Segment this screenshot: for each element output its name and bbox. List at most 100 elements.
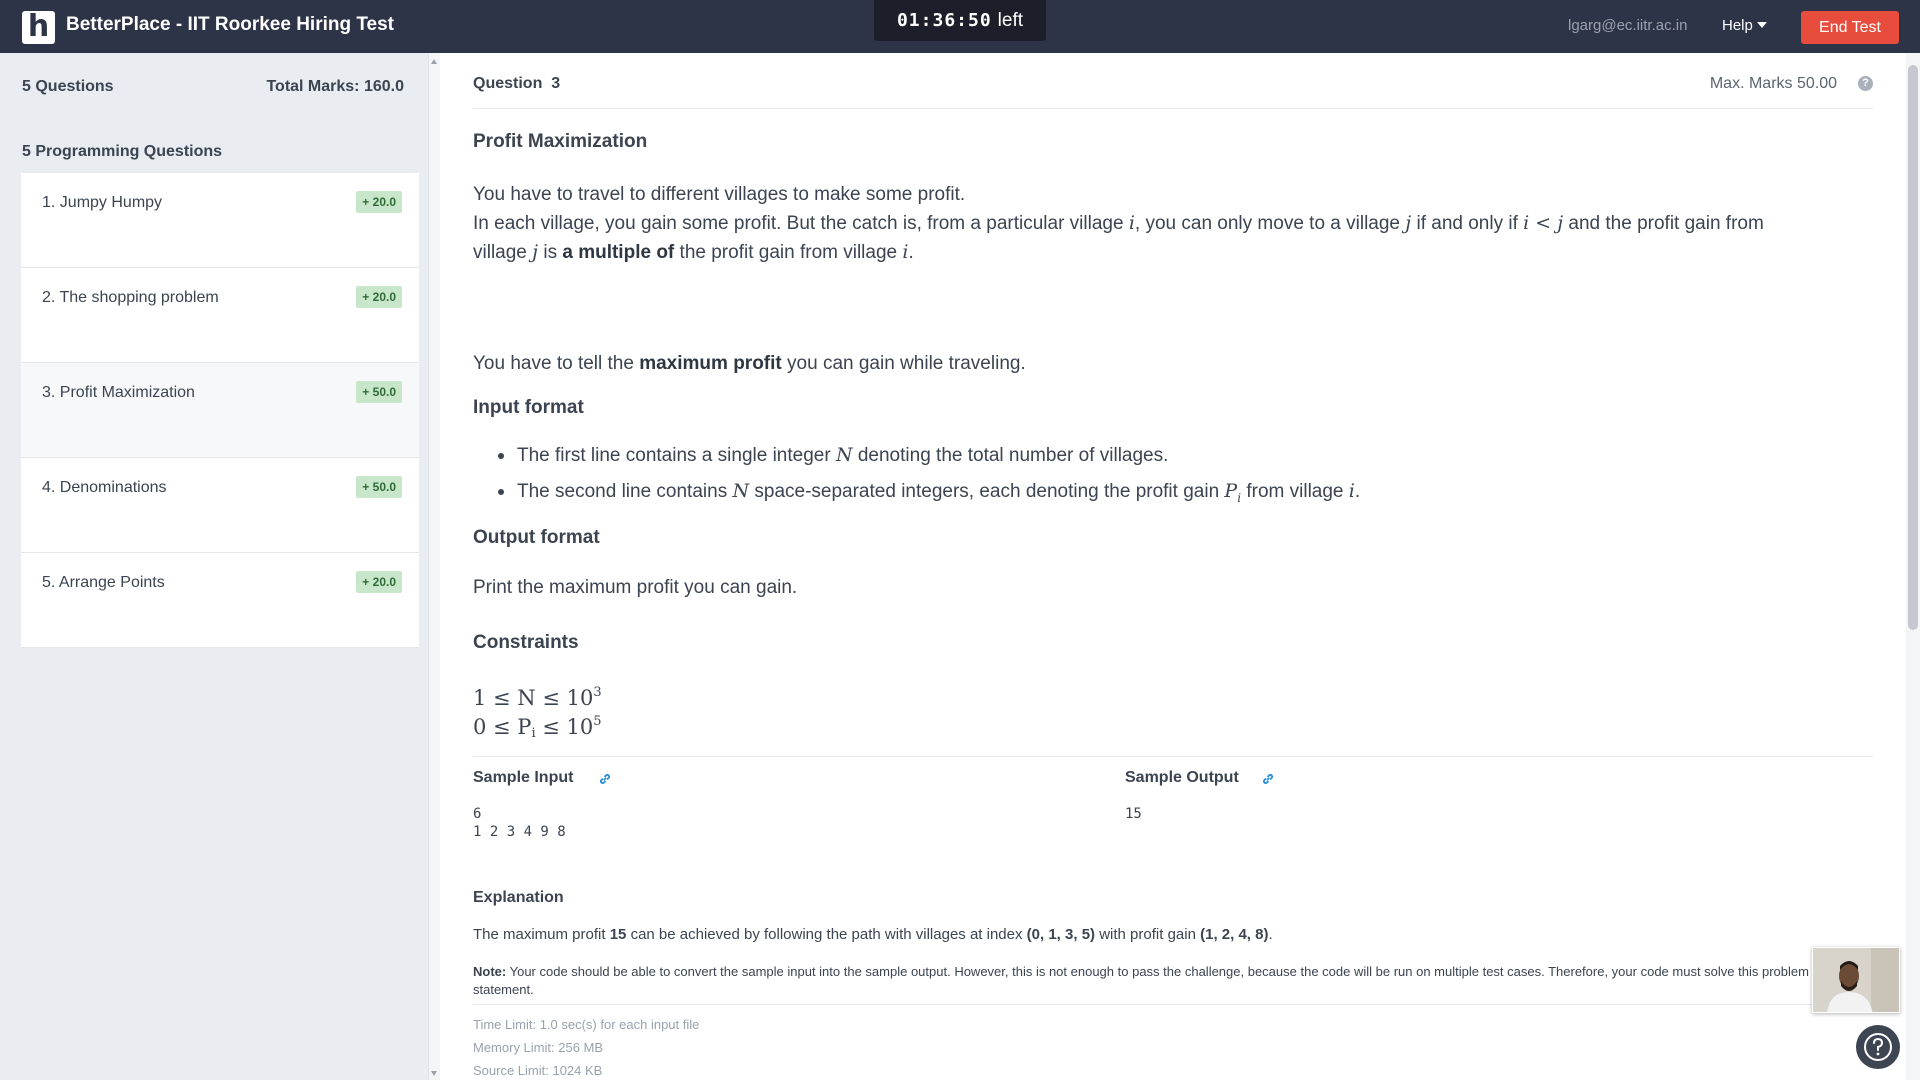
intro-line-2: In each village, you gain some profit. B… xyxy=(473,209,1873,238)
emphasis: a multiple of xyxy=(562,242,675,263)
hackerearth-logo-icon: h xyxy=(22,11,55,44)
question-item-label: 2. The shopping problem xyxy=(42,289,219,306)
text: you can gain while traveling. xyxy=(787,353,1026,374)
marks-badge: + 20.0 xyxy=(356,571,402,593)
question-item-label: 3. Profit Maximization xyxy=(42,384,195,401)
marks-badge: + 20.0 xyxy=(356,191,402,213)
note-text: Note: Your code should be able to conver… xyxy=(473,963,1873,999)
math-var-p: P xyxy=(1224,480,1238,502)
time-limit: Time Limit: 1.0 sec(s) for each input fi… xyxy=(473,1017,700,1032)
scroll-down-arrow-icon[interactable] xyxy=(431,1071,437,1076)
text: denoting the total number of villages. xyxy=(857,445,1169,466)
marks-badge: + 20.0 xyxy=(356,286,402,308)
question-number: 3 xyxy=(551,75,561,92)
math-var: j xyxy=(1405,212,1412,234)
problem-panel: Question 3 Max. Marks 50.00 ? Profit Max… xyxy=(441,53,1906,1080)
help-chat-button[interactable] xyxy=(1856,1025,1900,1069)
math-var: Pi xyxy=(1224,480,1242,505)
question-item-5[interactable]: 5. Arrange Points + 20.0 xyxy=(21,553,419,648)
source-limit: Source Limit: 1024 KB xyxy=(473,1063,603,1078)
help-label: Help xyxy=(1722,17,1753,34)
math-subscript: i xyxy=(1237,490,1242,505)
main-scrollbar[interactable] xyxy=(1906,53,1920,1080)
constraint-2: 0 ≤ Pi ≤ 105 xyxy=(473,714,602,741)
scroll-up-arrow-icon[interactable] xyxy=(431,59,437,64)
caret-down-icon xyxy=(1756,22,1767,28)
divider xyxy=(473,756,1873,757)
intro-line-3: village j is a multiple of the profit ga… xyxy=(473,238,1873,267)
text: In each village, you gain some profit. B… xyxy=(473,213,1124,234)
list-item: The first line contains a single integer… xyxy=(473,441,1873,477)
help-dropdown[interactable]: Help xyxy=(1722,17,1767,34)
text: village xyxy=(473,242,527,263)
intro-line-1: You have to travel to different villages… xyxy=(473,184,966,205)
memory-limit: Memory Limit: 256 MB xyxy=(473,1040,604,1055)
max-marks: Max. Marks 50.00 xyxy=(1709,75,1837,92)
problem-intro: You have to travel to different villages… xyxy=(473,180,1873,267)
question-item-label: 5. Arrange Points xyxy=(42,574,165,591)
total-marks: Total Marks: 160.0 xyxy=(266,78,404,95)
question-item-1[interactable]: 1. Jumpy Humpy + 20.0 xyxy=(21,173,419,268)
scrollbar-thumb[interactable] xyxy=(1908,65,1918,630)
question-circle-icon xyxy=(1864,1033,1892,1061)
problem-task: You have to tell the maximum profit you … xyxy=(473,349,1873,378)
note-body: Your code should be able to convert the … xyxy=(473,964,1809,997)
webcam-preview xyxy=(1812,947,1900,1013)
text: The maximum profit xyxy=(473,926,606,943)
question-item-3[interactable]: 3. Profit Maximization + 50.0 xyxy=(21,363,419,458)
constraint-text: ≤ 10 xyxy=(535,715,594,739)
countdown-timer: 01:36:50 left xyxy=(874,0,1046,41)
divider xyxy=(473,1004,1873,1005)
constraint-text: 0 ≤ P xyxy=(473,715,532,739)
text: can be achieved by following the path wi… xyxy=(630,926,1023,943)
note-label: Note: xyxy=(473,964,507,979)
question-word: Question xyxy=(473,75,543,92)
sample-input-value: 6 1 2 3 4 9 8 xyxy=(473,806,566,840)
text: The first line contains a single integer xyxy=(517,445,831,466)
test-title: BetterPlace - IIT Roorkee Hiring Test xyxy=(66,14,395,35)
sample-output-value: 15 xyxy=(1125,806,1142,822)
link-icon[interactable] xyxy=(1261,772,1275,786)
question-list: 1. Jumpy Humpy + 20.0 2. The shopping pr… xyxy=(21,173,419,648)
sample-input-label: Sample Input xyxy=(473,769,574,786)
text: from village xyxy=(1246,481,1344,502)
text: if and only if xyxy=(1416,213,1518,234)
text: . xyxy=(1354,481,1361,502)
top-bar: h BetterPlace - IIT Roorkee Hiring Test … xyxy=(0,0,1920,53)
constraint-text: 1 ≤ N ≤ 10 xyxy=(473,686,594,710)
output-format-heading: Output format xyxy=(473,527,600,548)
webcam-person-image xyxy=(1813,948,1899,1012)
end-test-button[interactable]: End Test xyxy=(1801,11,1899,44)
question-header: Question 3 Max. Marks 50.00 ? xyxy=(473,75,1873,109)
emphasis: (1, 2, 4, 8) xyxy=(1200,926,1269,943)
math-var: j xyxy=(532,241,539,263)
link-icon[interactable] xyxy=(598,772,612,786)
text: is xyxy=(543,242,558,263)
explanation-heading: Explanation xyxy=(473,889,564,906)
text: the profit gain from village xyxy=(679,242,898,263)
text: You have to tell the xyxy=(473,353,634,374)
constraints-heading: Constraints xyxy=(473,632,579,653)
exponent: 5 xyxy=(593,714,602,729)
section-heading: 5 Programming Questions xyxy=(22,143,223,160)
text: The second line contains xyxy=(517,481,728,502)
input-format-list: The first line contains a single integer… xyxy=(473,441,1873,513)
question-item-label: 4. Denominations xyxy=(42,479,167,496)
timer-value: 01:36:50 xyxy=(896,10,992,31)
constraint-1: 1 ≤ N ≤ 103 xyxy=(473,685,602,710)
text: . xyxy=(1268,926,1273,943)
output-format-text: Print the maximum profit you can gain. xyxy=(473,577,798,598)
sidebar-scrollbar[interactable] xyxy=(428,53,440,1080)
marks-badge: + 50.0 xyxy=(356,381,402,403)
text: and the profit gain from xyxy=(1568,213,1764,234)
timer-suffix: left xyxy=(997,10,1024,31)
question-item-2[interactable]: 2. The shopping problem + 20.0 xyxy=(21,268,419,363)
question-item-label: 1. Jumpy Humpy xyxy=(42,194,163,211)
question-mark-icon[interactable]: ? xyxy=(1858,76,1873,91)
text: space-separated integers, each denoting … xyxy=(754,481,1220,502)
question-count: 5 Questions xyxy=(22,78,114,95)
emphasis: maximum profit xyxy=(639,353,782,374)
text: . xyxy=(908,242,914,263)
question-item-4[interactable]: 4. Denominations + 50.0 xyxy=(21,458,419,553)
problem-title: Profit Maximization xyxy=(473,131,648,152)
